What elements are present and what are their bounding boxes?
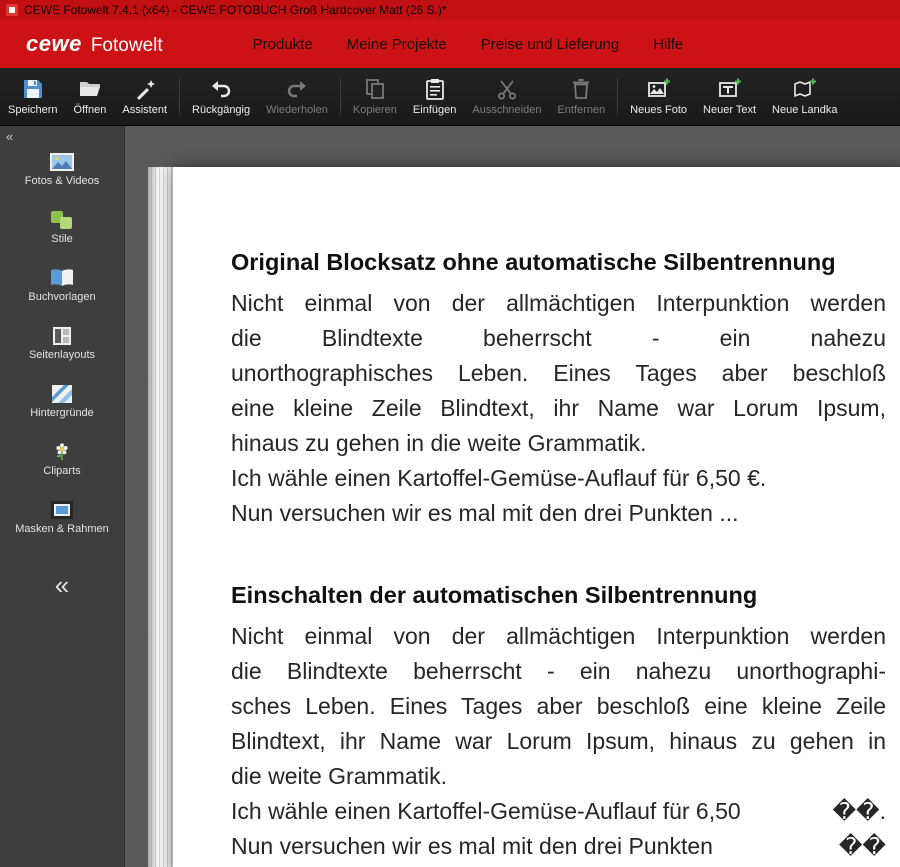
new-text-icon [718,78,741,97]
magic-wand-icon [136,80,155,101]
text-line: hinaus zu gehen in die weite Grammatik. [231,430,647,456]
menu-item-produkte[interactable]: Produkte [253,36,313,53]
new-map-button[interactable]: Neue Landka [764,68,845,125]
cliparts-flower-icon [56,443,68,460]
app-icon [6,4,18,16]
text-line: Nun versuchen wir es mal mit den drei Pu… [231,833,886,859]
undo-icon [212,81,231,98]
text-line: Nicht einmal von der allmächtigen Interp… [231,623,886,649]
toolbar: Speichern Öffnen Assistent Rückgängig Wi… [0,68,900,126]
masks-frames-icon [51,501,73,519]
paragraph-blocksatz: Nicht einmal von der allmächtigen Interp… [231,286,886,531]
delete-button: Entfernen [549,68,613,125]
window-title: CEWE Fotowelt 7.4.1 (x64) - CEWE FOTOBUC… [24,3,447,17]
sidebar-item-label: Masken & Rahmen [15,523,109,535]
sidebar-item-label: Buchvorlagen [28,291,96,303]
brand-app-text: Fotowelt [90,35,163,56]
button-label: Ausschneiden [472,104,542,116]
button-label: Assistent [122,104,168,116]
menubar: cewe Fotowelt Produkte Meine Projekte Pr… [0,20,900,68]
sidebar-item-cliparts[interactable]: Cliparts [0,442,124,500]
text-line: sches Leben. Eines Tages aber beschloß e… [231,693,886,719]
redo-icon [287,81,306,98]
menu-item-meine-projekte[interactable]: Meine Projekte [347,36,447,53]
sidebar-item-label: Stile [51,233,73,245]
text-frame[interactable]: Original Blocksatz ohne automatische Sil… [231,245,886,864]
text-line: Blindtext, ihr Name war Lorum Ipsum, hin… [231,728,886,754]
text-line: Ich wähle einen Kartoffel-Gemüse-Auflauf… [231,465,767,491]
trash-icon [573,79,590,99]
sidebar-item-stile[interactable]: Stile [0,210,124,268]
save-icon [23,80,42,98]
copy-button: Kopieren [345,68,405,125]
button-label: Neues Foto [630,104,688,116]
sidebar-item-label: Hintergründe [30,407,94,419]
text-line: die weite Grammatik. [231,763,448,789]
styles-icon [51,211,72,229]
sidebar-item-buchvorlagen[interactable]: Buchvorlagen [0,268,124,326]
paste-clipboard-icon [425,79,444,100]
menu-item-preise-und-lieferung[interactable]: Preise und Lieferung [481,36,619,53]
sidebar-item-hintergruende[interactable]: Hintergründe [0,384,124,442]
paragraph-silbentrennung: Nicht einmal von der allmächtigen Interp… [231,619,886,864]
toolbar-separator [339,78,341,115]
page-stack-edge [148,167,173,867]
photos-icon [50,153,74,171]
toolbar-separator [617,78,619,115]
button-label: Öffnen [73,104,107,116]
book-templates-icon [51,269,73,286]
scissors-icon [497,80,516,100]
button-label: Speichern [8,104,58,116]
sidebar-item-label: Fotos & Videos [24,175,100,187]
sidebar: « Fotos & Videos Stile Buchvorlagen Seit… [0,126,125,867]
button-label: Entfernen [557,104,606,116]
save-button[interactable]: Speichern [0,68,66,125]
open-button[interactable]: Öffnen [66,68,115,125]
text-line: Nicht einmal von der allmächtigen Interp… [231,290,886,316]
text-line: Nun versuchen wir es mal mit den drei Pu… [231,500,739,526]
button-label: Wiederholen [266,104,328,116]
button-label: Neue Landka [772,104,838,116]
text-line: die Blindtexte beherrscht - ein nahezu u… [231,658,886,684]
sidebar-collapse-bottom-icon[interactable]: « [0,572,124,598]
text-line: Ich wähle einen Kartoffel-Gemüse-Auflauf… [231,798,886,824]
text-line: die Blindtexte beherrscht - ein nahezu [231,325,886,351]
sidebar-item-fotos-videos[interactable]: Fotos & Videos [0,152,124,210]
sidebar-items: Fotos & Videos Stile Buchvorlagen Seiten… [0,126,124,558]
open-folder-icon [79,82,100,96]
menu-item-hilfe[interactable]: Hilfe [653,36,683,53]
sidebar-item-seitenlayouts[interactable]: Seitenlayouts [0,326,124,384]
text-line: eine kleine Zeile Blindtext, ihr Name wa… [231,395,886,421]
cut-button: Ausschneiden [464,68,549,125]
toolbar-separator [179,78,181,115]
paste-button[interactable]: Einfügen [405,68,464,125]
heading-blocksatz: Original Blocksatz ohne automatische Sil… [231,249,836,275]
sidebar-collapse-icon[interactable]: « [6,129,13,144]
text-line: unorthographisches Leben. Eines Tages ab… [231,360,886,386]
heading-silbentrennung: Einschalten der automatischen Silbentren… [231,582,758,608]
sidebar-item-label: Cliparts [43,465,81,477]
button-label: Kopieren [352,104,397,116]
assistant-button[interactable]: Assistent [114,68,175,125]
copy-icon [365,79,384,99]
backgrounds-icon [52,385,72,403]
main-menu: Produkte Meine Projekte Preise und Liefe… [253,36,684,53]
brand-cewe-text: cewe [26,31,82,56]
button-label: Neuer Text [703,104,757,116]
album-page[interactable]: Original Blocksatz ohne automatische Sil… [172,167,900,867]
new-text-button[interactable]: Neuer Text [695,68,764,125]
sidebar-item-label: Seitenlayouts [28,349,96,361]
new-photo-icon [647,78,670,97]
page-layouts-icon [53,327,71,345]
sidebar-item-masken-rahmen[interactable]: Masken & Rahmen [0,500,124,558]
brand-logo: cewe Fotowelt [26,31,163,57]
undo-button[interactable]: Rückgängig [184,68,258,125]
redo-button: Wiederholen [258,68,336,125]
button-label: Einfügen [412,104,457,116]
editor-canvas[interactable]: Original Blocksatz ohne automatische Sil… [125,126,900,867]
window-titlebar: CEWE Fotowelt 7.4.1 (x64) - CEWE FOTOBUC… [0,0,900,20]
new-map-icon [793,78,816,98]
new-photo-button[interactable]: Neues Foto [622,68,695,125]
button-label: Rückgängig [192,104,251,116]
